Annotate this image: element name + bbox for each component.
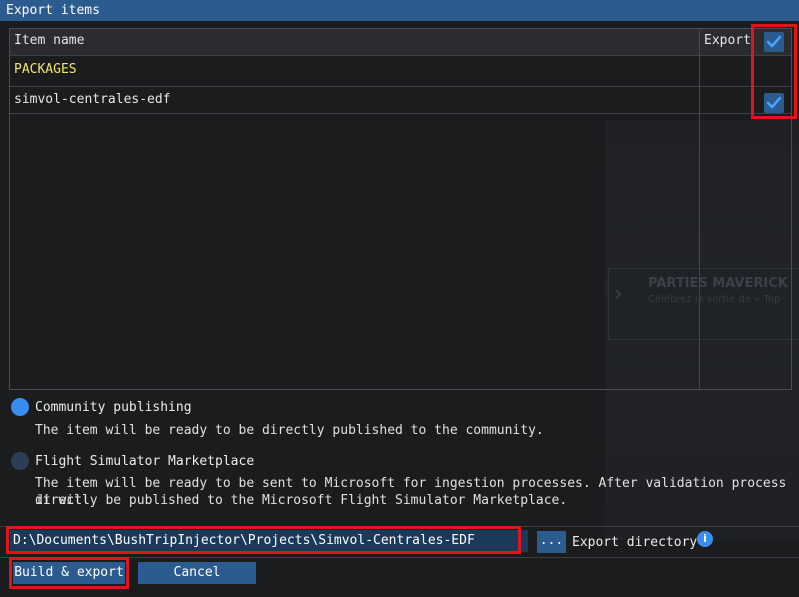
community-publishing-label: Community publishing	[35, 400, 192, 415]
marketplace-radio[interactable]	[11, 452, 29, 470]
community-publishing-radio[interactable]	[11, 398, 29, 416]
export-column-highlight	[751, 24, 797, 119]
item-name: simvol-centrales-edf	[14, 92, 171, 107]
info-icon[interactable]: i	[697, 531, 713, 547]
package-group-label: PACKAGES	[14, 62, 77, 77]
export-directory-highlight	[6, 526, 521, 554]
table-row[interactable]: simvol-centrales-edf	[10, 87, 791, 114]
column-header-item-name: Item name	[14, 33, 85, 48]
marketplace-label: Flight Simulator Marketplace	[35, 454, 255, 469]
table-header-row: Item name Export	[10, 29, 791, 56]
cancel-button[interactable]: Cancel	[138, 562, 256, 584]
browse-directory-button[interactable]: ...	[537, 531, 566, 553]
export-directory-label: Export directory	[572, 535, 698, 550]
table-row[interactable]: PACKAGES	[10, 56, 791, 87]
build-export-highlight	[9, 557, 129, 589]
column-divider	[699, 29, 700, 389]
export-items-dialog: › PARTIES MAVERICK Célébrez la sortie de…	[0, 0, 799, 597]
column-header-export: Export	[704, 33, 751, 48]
marketplace-description-line2: directly be published to the Microsoft F…	[35, 493, 568, 508]
dialog-title: Export items	[0, 0, 799, 21]
items-table: Item name Export PACKAGES simvol-central…	[9, 28, 792, 390]
community-publishing-description: The item will be ready to be directly pu…	[35, 423, 544, 438]
